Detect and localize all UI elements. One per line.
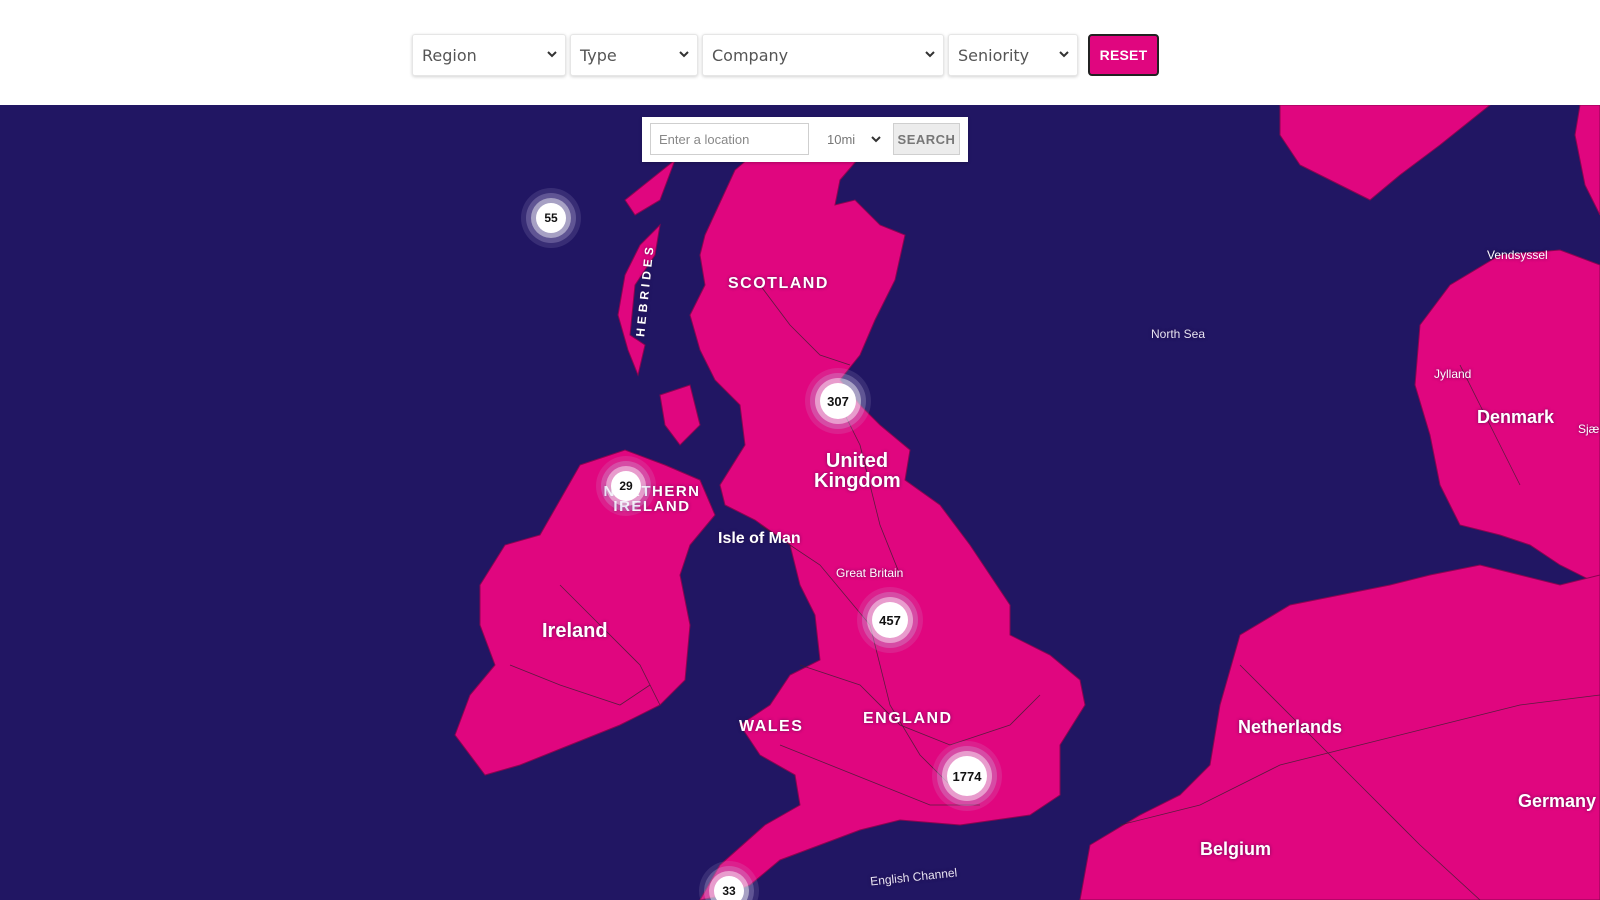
radius-dropdown[interactable]: 10mi bbox=[817, 123, 887, 155]
label-sjaelland: Sjæ bbox=[1578, 422, 1600, 436]
label-isle-of-man: Isle of Man bbox=[718, 530, 801, 547]
cluster-marker[interactable]: 1774 bbox=[947, 756, 987, 796]
label-belgium: Belgium bbox=[1200, 839, 1272, 859]
map[interactable]: 10mi SEARCH SCOTLAND HEBRIDES United Kin… bbox=[0, 105, 1600, 900]
chevron-down-icon bbox=[679, 51, 689, 58]
cluster-marker[interactable]: 307 bbox=[820, 383, 856, 419]
label-united-kingdom: United Kingdom bbox=[814, 450, 901, 492]
cluster-marker[interactable]: 29 bbox=[611, 471, 641, 501]
label-jylland: Jylland bbox=[1434, 367, 1472, 381]
label-great-britain: Great Britain bbox=[836, 566, 904, 580]
cluster-marker[interactable]: 55 bbox=[536, 203, 566, 233]
radius-dropdown-value: 10mi bbox=[827, 131, 856, 147]
chevron-down-icon bbox=[1059, 51, 1069, 58]
label-denmark: Denmark bbox=[1477, 407, 1555, 427]
location-input[interactable] bbox=[650, 123, 809, 155]
seniority-dropdown-value: Seniority bbox=[958, 45, 1030, 65]
cluster-marker[interactable]: 457 bbox=[872, 602, 908, 638]
label-wales: WALES bbox=[739, 718, 804, 735]
great-britain-land bbox=[689, 119, 1086, 900]
company-dropdown-value: Company bbox=[712, 45, 789, 65]
company-dropdown[interactable]: Company bbox=[702, 34, 944, 76]
filter-bar: Region Type Company Seniority RESET bbox=[0, 0, 1600, 105]
location-search-panel: 10mi SEARCH bbox=[642, 117, 968, 162]
label-england: ENGLAND bbox=[863, 710, 953, 727]
region-dropdown[interactable]: Region bbox=[412, 34, 566, 76]
region-dropdown-value: Region bbox=[422, 45, 477, 65]
chevron-down-icon bbox=[871, 136, 881, 143]
label-ireland: Ireland bbox=[542, 620, 608, 642]
label-north-sea: North Sea bbox=[1151, 327, 1206, 341]
map-landmass bbox=[454, 105, 1600, 900]
label-vendsyssel: Vendsyssel bbox=[1487, 248, 1548, 262]
search-button[interactable]: SEARCH bbox=[893, 123, 960, 155]
reset-button[interactable]: RESET bbox=[1088, 34, 1159, 76]
cluster-marker[interactable]: 33 bbox=[714, 876, 744, 900]
type-dropdown-value: Type bbox=[580, 45, 617, 65]
label-scotland: SCOTLAND bbox=[728, 275, 829, 292]
chevron-down-icon bbox=[547, 51, 557, 58]
type-dropdown[interactable]: Type bbox=[570, 34, 698, 76]
label-germany: Germany bbox=[1518, 791, 1597, 811]
seniority-dropdown[interactable]: Seniority bbox=[948, 34, 1078, 76]
label-netherlands: Netherlands bbox=[1238, 717, 1343, 737]
chevron-down-icon bbox=[925, 51, 935, 58]
